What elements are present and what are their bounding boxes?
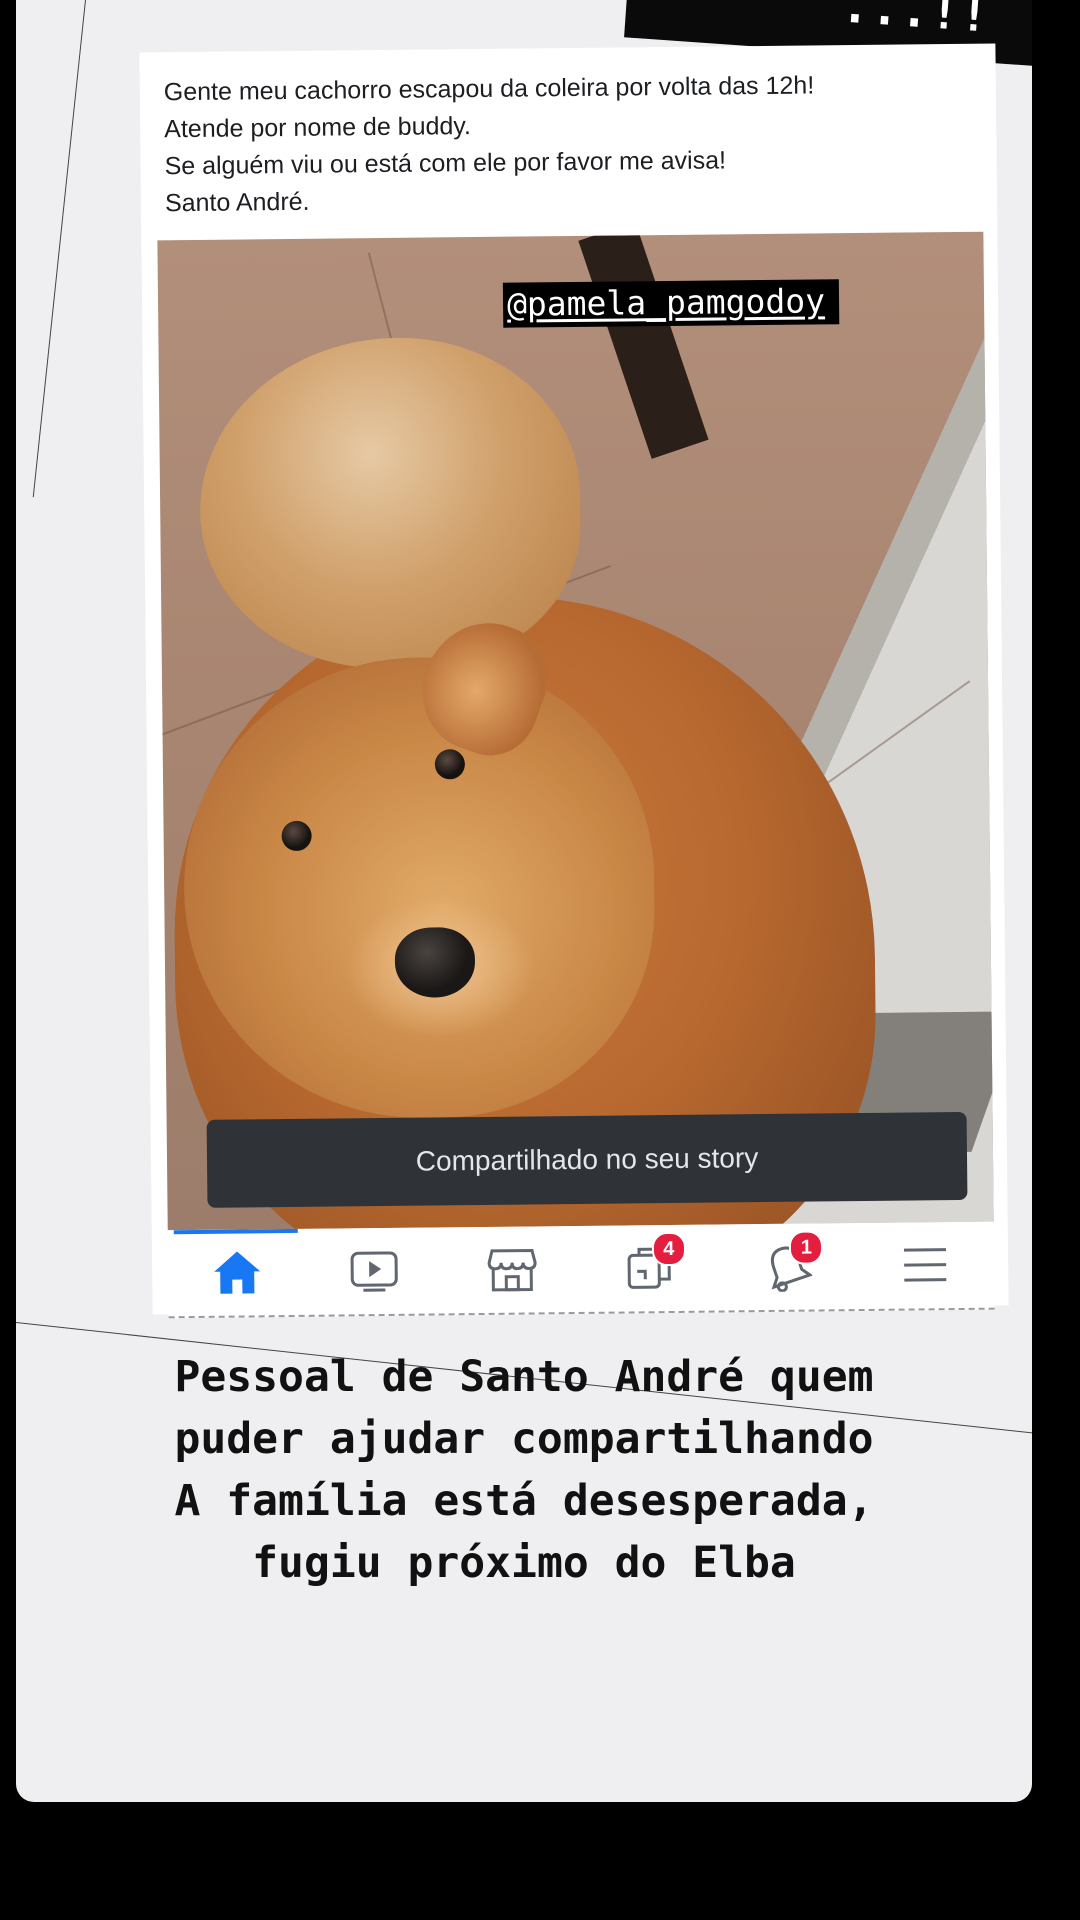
dog-photo: @pamela_pamgodoy Compartilhado no seu st… [157,231,994,1231]
bottom-navbar: 4 1 [167,1221,995,1319]
story-caption: Pessoal de Santo André quem puder ajudar… [16,1346,1032,1594]
video-icon [351,1251,399,1292]
nav-home[interactable] [207,1242,268,1303]
facebook-screenshot: Gente meu cachorro escapou da coleira po… [139,43,1009,1319]
nav-notifications[interactable]: 1 [757,1230,824,1297]
nav-marketplace[interactable] [482,1239,543,1300]
dog-head [181,655,657,1121]
nav-video[interactable] [344,1241,405,1302]
active-tab-indicator [173,1228,298,1235]
post-text: Gente meu cachorro escapou da coleira po… [164,66,974,222]
nav-groups[interactable]: 4 [620,1231,686,1299]
post-line: Santo André. [164,187,310,218]
menu-icon [904,1248,947,1282]
toast-text: Compartilhado no seu story [415,1142,759,1177]
dog-tail [198,335,582,670]
caption-line: A família está desesperada, [174,1476,874,1526]
furniture-leg [578,231,709,459]
dog-eye [281,820,312,852]
marketplace-icon [487,1248,537,1292]
top-banner-text: ...!! [839,0,992,43]
home-icon [214,1251,261,1294]
nav-menu[interactable] [895,1235,956,1296]
caption-line: fugiu próximo do Elba [252,1538,796,1588]
groups-badge: 4 [651,1231,686,1267]
caption-line: Pessoal de Santo André quem [174,1352,874,1402]
dog-eye [434,749,466,780]
shared-toast: Compartilhado no seu story [206,1111,968,1208]
notifications-badge: 1 [789,1230,824,1265]
username-tag[interactable]: @pamela_pamgodoy [502,279,840,328]
caption-line: puder ajudar compartilhando [174,1414,874,1464]
story-card: ...!! Gente meu cachorro escapou da cole… [16,0,1032,1802]
decor-line [32,0,86,498]
